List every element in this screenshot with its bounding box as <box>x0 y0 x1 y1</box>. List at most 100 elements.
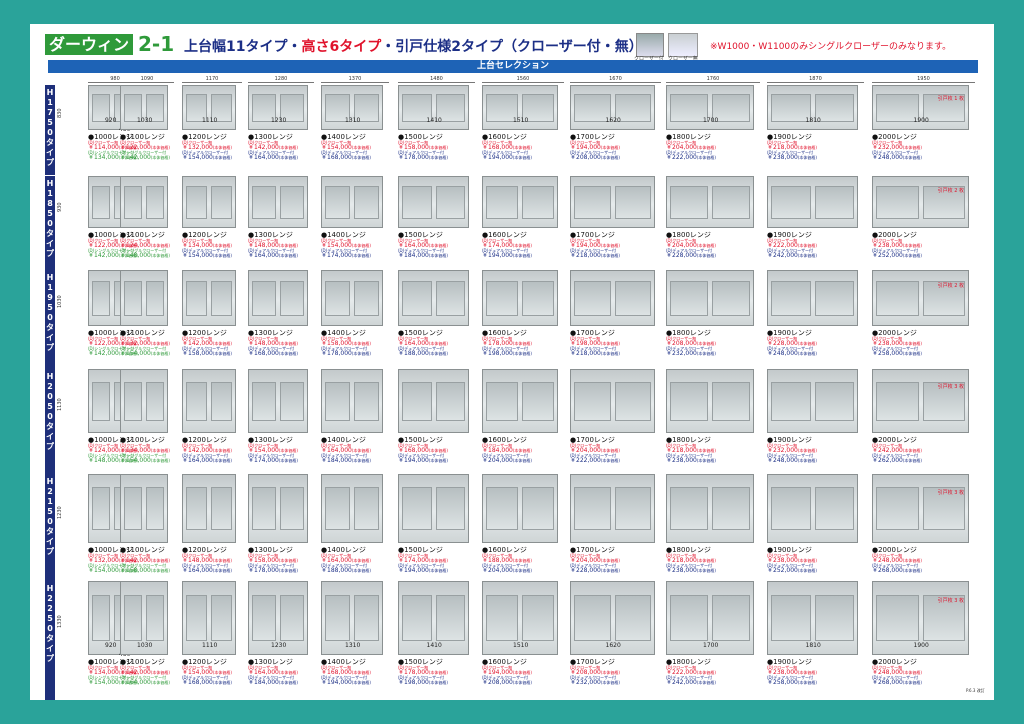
price-value: 228,000 <box>672 252 697 259</box>
cabinet[interactable]: 引戸枚 2 枚 <box>872 270 969 326</box>
inner-width-dimension: 1410 <box>426 642 442 649</box>
sliding-door <box>124 595 142 642</box>
cabinet[interactable]: 1230 <box>248 581 308 655</box>
closer-price: ￥262,000(本体価格) <box>872 458 922 464</box>
sliding-door <box>252 186 276 219</box>
tax-note: (本体価格) <box>150 351 170 356</box>
cabinet[interactable] <box>120 369 168 433</box>
sliding-door <box>354 595 379 642</box>
price-value: 194,000 <box>488 154 513 161</box>
closer-price: ￥154,000(本体価格) <box>120 351 170 357</box>
cabinet[interactable]: 1620 <box>570 581 655 655</box>
price-block: ●1100レンジ (D)クローザー無 ￥124,000(本体価格) (D)シングルクロ… <box>120 232 170 259</box>
tax-note: (本体価格) <box>150 680 170 685</box>
cabinet[interactable] <box>398 270 469 326</box>
closer-price: ￥178,000(本体価格) <box>398 155 448 161</box>
inner-width-dimension: 1230 <box>271 117 287 124</box>
sliding-door <box>92 381 110 422</box>
cabinet[interactable]: 1310 <box>321 581 383 655</box>
cabinet[interactable] <box>248 176 308 228</box>
price-value: 178,000 <box>327 350 352 357</box>
tax-note: (本体価格) <box>797 351 817 356</box>
cabinet[interactable] <box>482 474 558 543</box>
cabinet[interactable]: 1110 <box>182 85 236 130</box>
width-dimension: 1090 <box>140 76 154 82</box>
cabinet[interactable] <box>248 369 308 433</box>
price-block: ●1300レンジ (D)クローザー無 ￥154,000(本体価格) (D)デュアルクロ… <box>248 437 298 464</box>
sliding-door <box>876 381 919 422</box>
cabinet[interactable] <box>398 176 469 228</box>
inner-width-dimension: 1230 <box>271 642 287 649</box>
cabinet[interactable] <box>248 474 308 543</box>
width-dimension: 1170 <box>205 76 219 82</box>
inner-width-dimension: 1620 <box>605 117 621 124</box>
cabinet[interactable] <box>570 369 655 433</box>
cabinet[interactable]: 1030 <box>120 85 168 130</box>
cabinet[interactable] <box>398 474 469 543</box>
sliding-door <box>814 595 854 642</box>
cabinet[interactable]: 1700 <box>666 581 754 655</box>
cabinet[interactable]: 1410 <box>398 581 469 655</box>
cabinet[interactable]: 1410 <box>398 85 469 130</box>
cabinet[interactable] <box>182 369 236 433</box>
sliding-door <box>876 281 919 316</box>
width-dimension-line <box>398 82 475 83</box>
price-block: ●1800レンジ (D)クローザー無 ￥218,000(本体価格) (D)デュアルクロ… <box>666 437 716 464</box>
sliding-door <box>146 381 164 422</box>
cabinet[interactable] <box>767 270 858 326</box>
closer-price: ￥142,000(本体価格) <box>120 155 170 161</box>
cabinet[interactable] <box>767 369 858 433</box>
sliding-door <box>522 281 554 316</box>
cabinet[interactable] <box>321 176 383 228</box>
cabinet[interactable] <box>666 176 754 228</box>
cabinet[interactable] <box>120 474 168 543</box>
cabinet[interactable] <box>666 369 754 433</box>
cabinet[interactable]: 1510 <box>482 581 558 655</box>
cabinet[interactable]: 引戸枚 3 枚 <box>872 474 969 543</box>
cabinet[interactable] <box>321 270 383 326</box>
cabinet[interactable]: 1700 <box>666 85 754 130</box>
cabinet[interactable] <box>120 176 168 228</box>
cabinet[interactable] <box>570 176 655 228</box>
cabinet[interactable] <box>482 270 558 326</box>
cabinet[interactable] <box>666 474 754 543</box>
sliding-door <box>771 281 811 316</box>
cabinet[interactable] <box>570 270 655 326</box>
cabinet[interactable] <box>767 474 858 543</box>
closer-price: ￥268,000(本体価格) <box>872 680 922 686</box>
cabinet[interactable]: 1900 引戸枚 3 枚 <box>872 581 969 655</box>
cabinet[interactable] <box>120 270 168 326</box>
cabinet[interactable] <box>248 270 308 326</box>
closer-price: ￥232,000(本体価格) <box>666 351 716 357</box>
cabinet[interactable]: 1510 <box>482 85 558 130</box>
cabinet[interactable] <box>321 369 383 433</box>
cabinet[interactable]: 1110 <box>182 581 236 655</box>
cabinet[interactable] <box>482 176 558 228</box>
cabinet[interactable]: 1810 <box>767 581 858 655</box>
cabinet[interactable]: 引戸枚 2 枚 <box>872 176 969 228</box>
cabinet[interactable] <box>182 176 236 228</box>
price-block: ●2000レンジ (D)クローザー無 ￥242,000(本体価格) (D)デュアルクロ… <box>872 437 922 464</box>
cabinet[interactable] <box>321 474 383 543</box>
cabinet[interactable] <box>666 270 754 326</box>
closer-price: ￥178,000(本体価格) <box>321 351 371 357</box>
cabinet[interactable] <box>182 474 236 543</box>
cabinet[interactable]: 引戸枚 3 枚 <box>872 369 969 433</box>
closer-price: ￥208,000(本体価格) <box>482 680 532 686</box>
sliding-door <box>325 381 350 422</box>
cabinet[interactable] <box>182 270 236 326</box>
cabinet[interactable]: 1620 <box>570 85 655 130</box>
closer-price: ￥218,000(本体価格) <box>570 351 620 357</box>
cabinet[interactable]: 1900 引戸枚 1 枚 <box>872 85 969 130</box>
cabinet[interactable] <box>570 474 655 543</box>
cabinet[interactable] <box>767 176 858 228</box>
price-value: 258,000 <box>773 679 798 686</box>
closer-price: ￥164,000(本体価格) <box>182 568 232 574</box>
cabinet[interactable]: 1810 <box>767 85 858 130</box>
tax-note: (本体価格) <box>212 253 232 258</box>
cabinet[interactable]: 1230 <box>248 85 308 130</box>
cabinet[interactable] <box>482 369 558 433</box>
cabinet[interactable]: 1310 <box>321 85 383 130</box>
cabinet[interactable]: 1030 <box>120 581 168 655</box>
cabinet[interactable] <box>398 369 469 433</box>
